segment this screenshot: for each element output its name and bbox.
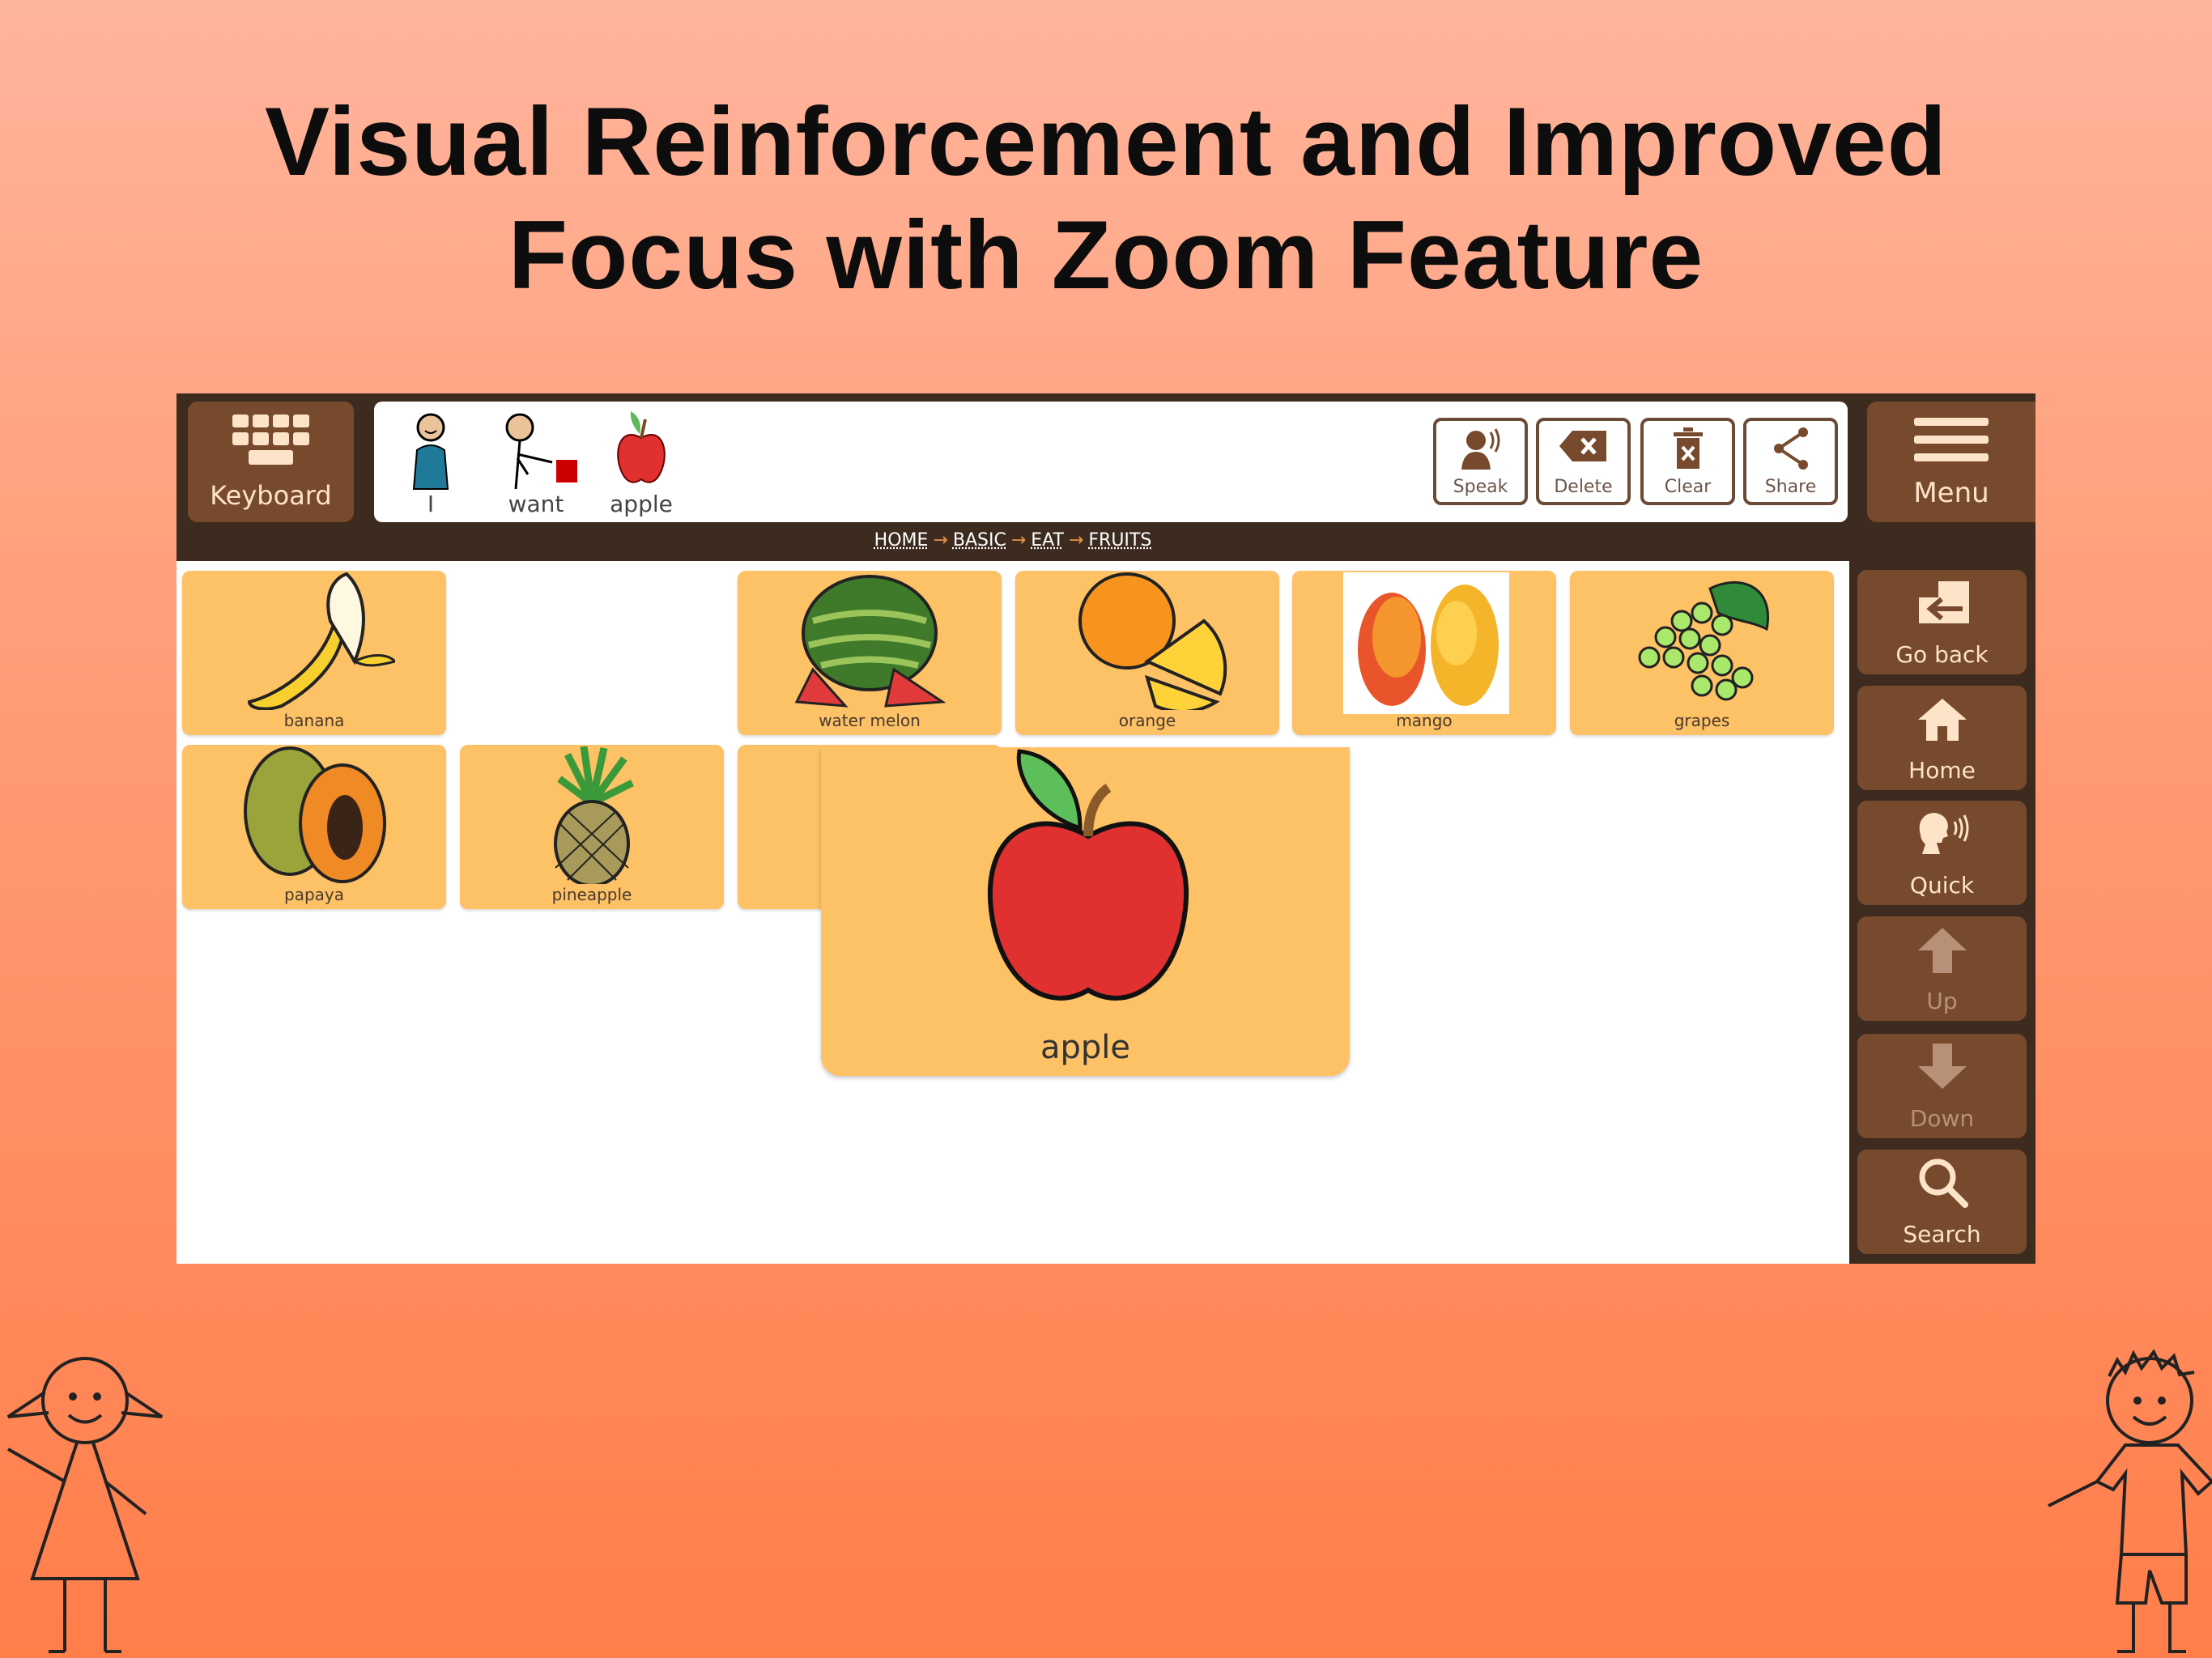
go-back-button[interactable]: Go back <box>1857 570 2027 674</box>
mango-icon <box>1343 572 1509 714</box>
tile-label: grapes <box>1674 711 1730 730</box>
apple-icon <box>987 749 1189 1001</box>
keyboard-label: Keyboard <box>210 480 332 511</box>
watermelon-icon <box>794 575 946 708</box>
up-label: Up <box>1926 988 1958 1014</box>
tile-label: water melon <box>819 711 921 730</box>
word-label: want <box>508 491 564 517</box>
hamburger-menu-icon <box>1914 418 1989 461</box>
tile-pineapple[interactable]: pineapple <box>460 745 724 909</box>
quick-speak-icon <box>1919 813 1968 854</box>
delete-button[interactable]: Delete <box>1536 418 1631 505</box>
share-button[interactable]: Share <box>1743 418 1838 505</box>
backspace-icon <box>1559 431 1606 461</box>
speak-icon <box>1461 428 1499 470</box>
sentence-word-apple[interactable]: apple <box>593 410 690 517</box>
boy-drawing-icon <box>2048 1349 2212 1653</box>
person-want-icon <box>505 413 577 490</box>
home-icon <box>1917 699 1967 741</box>
breadcrumb-eat[interactable]: EAT <box>1031 530 1064 551</box>
tile-label: papaya <box>284 885 344 904</box>
go-back-label: Go back <box>1895 641 1989 668</box>
headline-line1: Visual Reinforcement and Improved <box>265 87 1947 196</box>
quick-label: Quick <box>1909 872 1975 899</box>
tile-mango[interactable]: mango <box>1292 571 1556 735</box>
arrow-down-icon <box>1917 1044 1967 1089</box>
search-button[interactable]: Search <box>1857 1150 2027 1254</box>
breadcrumb-separator: → <box>1068 530 1084 551</box>
pineapple-icon <box>554 746 635 884</box>
keyboard-icon <box>232 414 309 465</box>
speak-button[interactable]: Speak <box>1433 418 1528 505</box>
breadcrumb: HOME → BASIC → EAT → FRUITS <box>177 530 1849 551</box>
trash-icon <box>1673 427 1703 469</box>
down-label: Down <box>1909 1105 1975 1132</box>
home-button[interactable]: Home <box>1857 686 2027 790</box>
menu-label: Menu <box>1913 477 1989 509</box>
headline: Visual Reinforcement and Improved Focus … <box>0 85 2212 312</box>
speak-label: Speak <box>1453 477 1508 497</box>
arrow-up-icon <box>1917 928 1967 973</box>
breadcrumb-fruits[interactable]: FRUITS <box>1088 530 1151 551</box>
share-icon <box>1773 427 1808 470</box>
delete-label: Delete <box>1554 477 1613 497</box>
tile-label: banana <box>283 711 345 730</box>
girl-drawing-icon <box>6 1357 164 1653</box>
word-label: apple <box>610 491 673 517</box>
breadcrumb-separator: → <box>1010 530 1027 551</box>
down-button[interactable]: Down <box>1857 1034 2027 1138</box>
zoomed-tile-label: apple <box>1040 1029 1130 1066</box>
message-bar[interactable]: I want apple Speak Delete Clear Share <box>374 402 1848 522</box>
tile-grapes[interactable]: grapes <box>1570 571 1834 735</box>
share-label: Share <box>1764 477 1817 497</box>
tile-label: mango <box>1396 711 1453 730</box>
menu-button[interactable]: Menu <box>1867 402 2035 522</box>
home-label: Home <box>1908 757 1976 784</box>
banana-icon <box>247 572 395 710</box>
breadcrumb-basic[interactable]: BASIC <box>953 530 1006 551</box>
keyboard-button[interactable]: Keyboard <box>188 402 354 522</box>
apple-icon <box>617 411 666 483</box>
sentence-word-i[interactable]: I <box>382 410 479 517</box>
breadcrumb-separator: → <box>933 530 948 551</box>
sentence-word-want[interactable]: want <box>487 410 585 517</box>
tile-water-melon[interactable]: water melon <box>738 571 1002 735</box>
up-button[interactable]: Up <box>1857 916 2027 1021</box>
grapes-icon <box>1638 580 1769 701</box>
word-label: I <box>427 491 435 517</box>
zoomed-tile-apple[interactable]: apple <box>821 747 1350 1076</box>
breadcrumb-home[interactable]: HOME <box>874 530 929 551</box>
quick-button[interactable]: Quick <box>1857 801 2027 905</box>
clear-label: Clear <box>1664 477 1712 497</box>
search-icon <box>1919 1158 1968 1208</box>
search-label: Search <box>1903 1221 1981 1248</box>
tile-papaya[interactable]: papaya <box>182 745 446 909</box>
person-me-icon <box>412 413 449 490</box>
tile-label: pineapple <box>551 885 632 904</box>
go-back-icon <box>1918 581 1969 623</box>
tile-orange[interactable]: orange <box>1015 571 1279 735</box>
clear-button[interactable]: Clear <box>1640 418 1735 505</box>
orange-icon <box>1078 572 1227 710</box>
tile-label: orange <box>1118 711 1176 730</box>
headline-line2: Focus with Zoom Feature <box>508 201 1704 309</box>
papaya-icon <box>244 746 386 883</box>
tile-banana[interactable]: banana <box>182 571 446 735</box>
